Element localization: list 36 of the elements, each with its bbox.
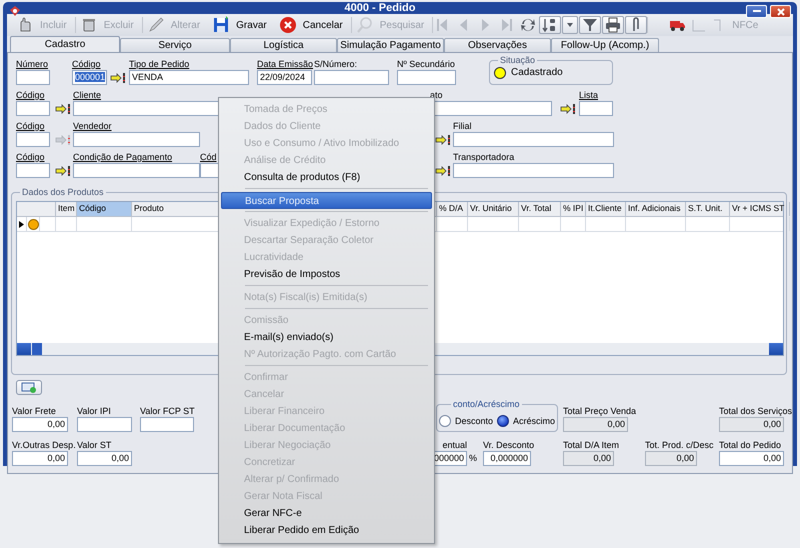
field-label: Total D/A Item	[563, 439, 620, 451]
field-label: Código	[72, 58, 101, 70]
field-label: Condição de Pagamento	[73, 151, 172, 163]
field-label: Vr. Desconto	[483, 439, 534, 451]
field-label: Código	[16, 120, 45, 132]
field-label: entual	[442, 439, 467, 451]
field-label: Valor Frete	[12, 405, 56, 417]
field-label: S/Número:	[314, 58, 358, 70]
window-title: 4000 - Pedido	[344, 2, 416, 14]
field-label: Total do Pedido	[719, 439, 782, 451]
field-label: Vendedor	[73, 120, 112, 132]
field-label: Total Preço Venda	[563, 405, 636, 417]
field-label: Filial	[453, 120, 472, 132]
radio-label: Desconto	[455, 416, 494, 426]
group-legend: Situação	[498, 54, 538, 66]
field-label: Vr.Outras Desp.	[12, 439, 76, 451]
field-label: Tipo de Pedido	[129, 58, 190, 70]
radio-label: Acréscimo	[513, 416, 556, 426]
field-label: Nº Secundário	[397, 58, 455, 70]
field-label: Cliente	[73, 89, 102, 101]
field-label: Lista	[579, 89, 598, 101]
field-label: Transportadora	[453, 151, 514, 163]
field-label: Código	[16, 89, 45, 101]
field-label: Valor ST	[77, 439, 112, 451]
field-label: Valor IPI	[77, 405, 111, 417]
field-label: Tot. Prod. c/Desc	[645, 439, 714, 451]
unit-label: %	[469, 452, 478, 465]
field-label: Cód	[200, 151, 217, 163]
field-label: Número	[16, 58, 48, 70]
field-label: Total dos Serviços	[719, 405, 792, 417]
field-label: Valor FCP ST	[140, 405, 195, 417]
status-text: Cadastrado	[511, 67, 563, 78]
group-legend: conto/Acréscimo	[451, 398, 522, 410]
field-label: Data Emissão	[257, 58, 314, 70]
field-label: Código	[16, 151, 45, 163]
group-legend: Dados dos Produtos	[20, 186, 106, 198]
